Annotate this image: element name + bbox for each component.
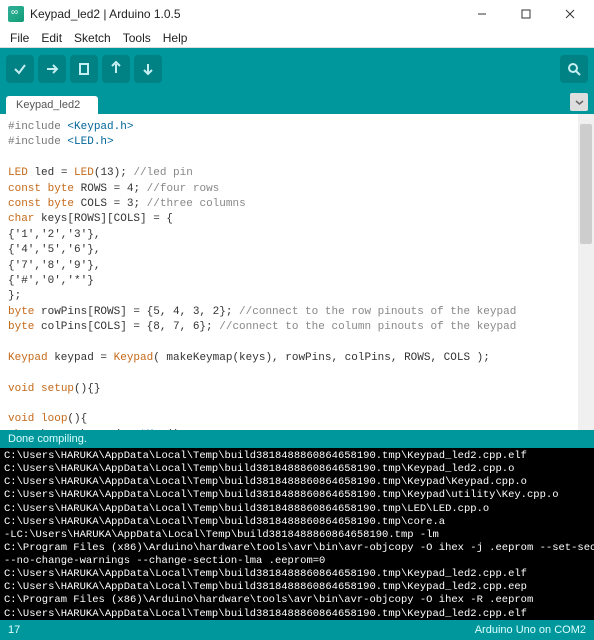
- scrollbar-thumb[interactable]: [580, 124, 592, 244]
- tab-bar: Keypad_led2: [0, 90, 594, 114]
- menu-help[interactable]: Help: [157, 29, 194, 47]
- menu-edit[interactable]: Edit: [35, 29, 68, 47]
- new-button[interactable]: [70, 55, 98, 83]
- editor-pane: #include <Keypad.h>#include <LED.h> LED …: [0, 114, 594, 430]
- app-icon: [8, 6, 24, 22]
- toolbar: [0, 48, 594, 90]
- minimize-button[interactable]: [460, 0, 504, 28]
- line-number: 17: [8, 624, 20, 636]
- console-output[interactable]: C:\Users\HARUKA\AppData\Local\Temp\build…: [0, 448, 594, 620]
- window-controls: [460, 0, 592, 28]
- menu-tools[interactable]: Tools: [117, 29, 157, 47]
- menubar: File Edit Sketch Tools Help: [0, 28, 594, 48]
- upload-button[interactable]: [38, 55, 66, 83]
- window-title: Keypad_led2 | Arduino 1.0.5: [30, 7, 460, 21]
- open-button[interactable]: [102, 55, 130, 83]
- compile-status-label: Done compiling.: [8, 433, 87, 445]
- code-editor[interactable]: #include <Keypad.h>#include <LED.h> LED …: [0, 114, 594, 430]
- board-label: Arduino Uno on COM2: [475, 624, 586, 636]
- verify-button[interactable]: [6, 55, 34, 83]
- compile-status: Done compiling.: [0, 430, 594, 448]
- tab-menu-button[interactable]: [570, 93, 588, 111]
- vertical-scrollbar[interactable]: [578, 114, 594, 430]
- serial-monitor-button[interactable]: [560, 55, 588, 83]
- tab-active[interactable]: Keypad_led2: [6, 96, 98, 114]
- footer-bar: 17 Arduino Uno on COM2: [0, 620, 594, 640]
- maximize-button[interactable]: [504, 0, 548, 28]
- save-button[interactable]: [134, 55, 162, 83]
- window-titlebar: Keypad_led2 | Arduino 1.0.5: [0, 0, 594, 28]
- menu-file[interactable]: File: [4, 29, 35, 47]
- close-button[interactable]: [548, 0, 592, 28]
- menu-sketch[interactable]: Sketch: [68, 29, 117, 47]
